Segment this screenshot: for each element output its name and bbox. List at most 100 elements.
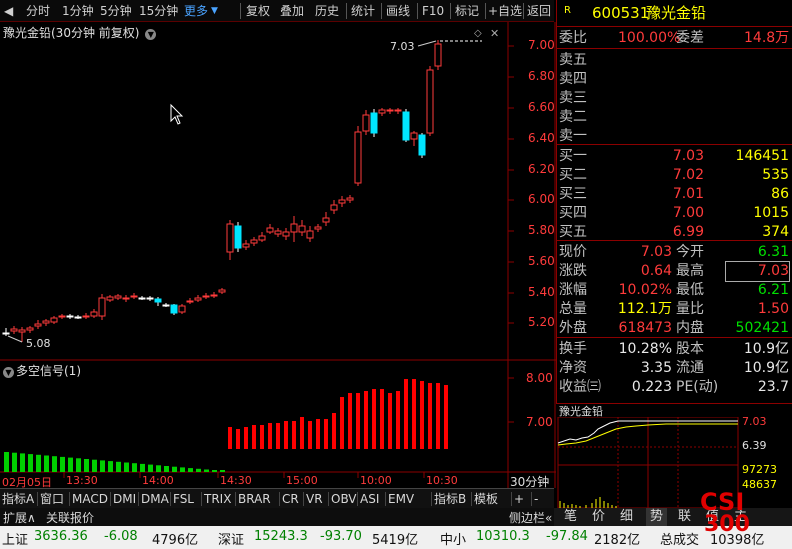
tab-intraday[interactable]: 分时: [26, 3, 50, 19]
fund-label: 收益㈢: [559, 379, 601, 395]
indicator-tab-7[interactable]: BRAR: [238, 491, 271, 507]
buy-level-label: 买二: [559, 167, 587, 183]
sell-level-row[interactable]: 卖二: [556, 108, 792, 127]
indicator-tab-0[interactable]: 指标A: [2, 491, 34, 507]
index-sh-change: -6.08: [104, 529, 138, 544]
fund-value: 23.7: [757, 379, 789, 395]
related-quotes-button[interactable]: 关联报价: [46, 509, 94, 526]
price-tick-label: 6.20: [528, 162, 555, 176]
margin-marker: R: [564, 5, 571, 16]
price-tick-label: 6.80: [528, 69, 555, 83]
buy-level-price: 7.02: [672, 167, 704, 183]
stat-label: 量比: [676, 301, 704, 317]
quote-fund-row: 换手 10.28% 股本 10.9亿: [556, 340, 792, 359]
buy-level-row[interactable]: 买四 7.00 1015: [556, 204, 792, 223]
quote-stat-row: 涨跌 0.64 最高 7.03: [556, 261, 792, 282]
mark-button[interactable]: 标记: [455, 3, 479, 19]
price-labels: 7.00 6.80 6.60 6.40 6.20 6.00 5.80 5.60 5.40 5.20: [512, 22, 555, 362]
more-periods-dropdown[interactable]: 更多: [184, 3, 208, 19]
indicator-menu-icon[interactable]: ▼: [3, 367, 14, 378]
nav-left-icon[interactable]: ◀: [4, 3, 13, 19]
chevron-down-icon[interactable]: ▼: [211, 3, 218, 19]
stat-value: 112.1万: [617, 301, 672, 317]
indicator-tab-8[interactable]: CR: [282, 491, 299, 507]
statistics-button[interactable]: 统计: [351, 3, 375, 19]
buy-level-volume: 1015: [753, 205, 789, 221]
close-icon[interactable]: ✕: [490, 27, 499, 40]
expand-button[interactable]: 扩展∧: [3, 509, 36, 526]
overlay-button[interactable]: 叠加: [280, 3, 304, 19]
quote-tab-1[interactable]: 价: [592, 508, 605, 526]
stat-value: 1.50: [757, 301, 789, 317]
tab-5min[interactable]: 5分钟: [100, 3, 132, 19]
buy-level-label: 买四: [559, 205, 587, 221]
price-tick-label: 6.40: [528, 131, 555, 145]
fund-label: 换手: [559, 341, 587, 357]
market-status-bar: 上证 3636.36 -6.08 4796亿 深证 15243.3 -93.70…: [0, 526, 792, 549]
time-label-1430: 14:30: [220, 474, 252, 487]
buy-level-label: 买一: [559, 148, 587, 164]
stat-value: 7.03: [725, 261, 790, 282]
tab-15min[interactable]: 15分钟: [139, 3, 178, 19]
weibi-value: 100.00%: [618, 30, 681, 46]
indicator-tab-3[interactable]: DMI: [113, 491, 136, 507]
indicator-tab-16[interactable]: -: [534, 491, 538, 507]
quote-tab-4[interactable]: 联: [678, 508, 691, 526]
sell-level-row[interactable]: 卖四: [556, 70, 792, 89]
indicator-title: ▼ 多空信号(1): [3, 362, 81, 379]
candlesticks: [2, 40, 442, 342]
indicator-tab-15[interactable]: +: [514, 491, 524, 507]
buy-level-price: 7.01: [672, 186, 704, 202]
index-sz-name[interactable]: 深证: [218, 529, 244, 548]
adjust-button[interactable]: 复权: [246, 3, 270, 19]
diamond-icon[interactable]: ◇: [474, 28, 482, 39]
time-label-1030: 10:30: [426, 474, 458, 487]
quote-tab-2[interactable]: 细: [620, 508, 633, 526]
indicator-tab-5[interactable]: FSL: [173, 491, 194, 507]
history-button[interactable]: 历史: [315, 3, 339, 19]
time-label-1400: 14:00: [142, 474, 174, 487]
index-sh-value: 3636.36: [34, 529, 88, 544]
indicator-tab-6[interactable]: TRIX: [204, 491, 231, 507]
indicator-tab-10[interactable]: OBV: [331, 491, 357, 507]
tab-1min[interactable]: 1分钟: [62, 3, 94, 19]
add-watchlist-button[interactable]: +自选: [488, 3, 522, 19]
index-sme-name[interactable]: 中小: [440, 529, 466, 548]
indicator-tab-2[interactable]: MACD: [72, 491, 108, 507]
indicator-tab-11[interactable]: ASI: [360, 491, 379, 507]
stat-label: 现价: [559, 244, 587, 260]
fund-label: 股本: [676, 341, 704, 357]
buy-level-row[interactable]: 买三 7.01 86: [556, 185, 792, 204]
weicha-label: 委差: [676, 30, 704, 46]
sell-level-row[interactable]: 卖三: [556, 89, 792, 108]
indicator-tab-13[interactable]: 指标B: [434, 491, 466, 507]
stat-label: 最低: [676, 282, 704, 298]
index-sh-amount: 4796亿: [152, 533, 199, 548]
kline-chart[interactable]: [0, 22, 556, 488]
index-sme-amount: 2182亿: [594, 533, 641, 548]
fund-value: 10.9亿: [743, 360, 789, 376]
buy-level-row[interactable]: 买二 7.02 535: [556, 166, 792, 185]
indicator-tick-high: 8.00: [526, 371, 553, 385]
indicator-tab-4[interactable]: DMA: [141, 491, 169, 507]
indicator-tab-1[interactable]: 窗口: [40, 491, 64, 507]
buy-level-row[interactable]: 买一 7.03 146451: [556, 147, 792, 166]
sidebar-toggle-button[interactable]: 侧边栏«: [509, 509, 552, 526]
chart-title-text: 豫光金铅(30分钟 前复权): [3, 26, 140, 40]
f10-button[interactable]: F10: [422, 3, 444, 19]
chevron-down-icon[interactable]: ▼: [145, 29, 157, 40]
buy-level-volume: 86: [771, 186, 789, 202]
indicator-tab-9[interactable]: VR: [306, 491, 323, 507]
buy-level-label: 买三: [559, 186, 587, 202]
quote-stat-row: 涨幅 10.02% 最低 6.21: [556, 281, 792, 300]
draw-line-button[interactable]: 画线: [386, 3, 410, 19]
total-turnover-label: 总成交: [660, 533, 700, 548]
quote-tab-0[interactable]: 笔: [564, 508, 577, 526]
indicator-title-text: 多空信号(1): [16, 364, 81, 378]
index-sh-name[interactable]: 上证: [2, 529, 28, 548]
indicator-tab-14[interactable]: 模板: [474, 491, 498, 507]
indicator-tab-12[interactable]: EMV: [388, 491, 414, 507]
back-button[interactable]: 返回: [527, 3, 551, 19]
quote-tab-3[interactable]: 势: [646, 508, 668, 526]
sell-level-row[interactable]: 卖五: [556, 51, 792, 70]
